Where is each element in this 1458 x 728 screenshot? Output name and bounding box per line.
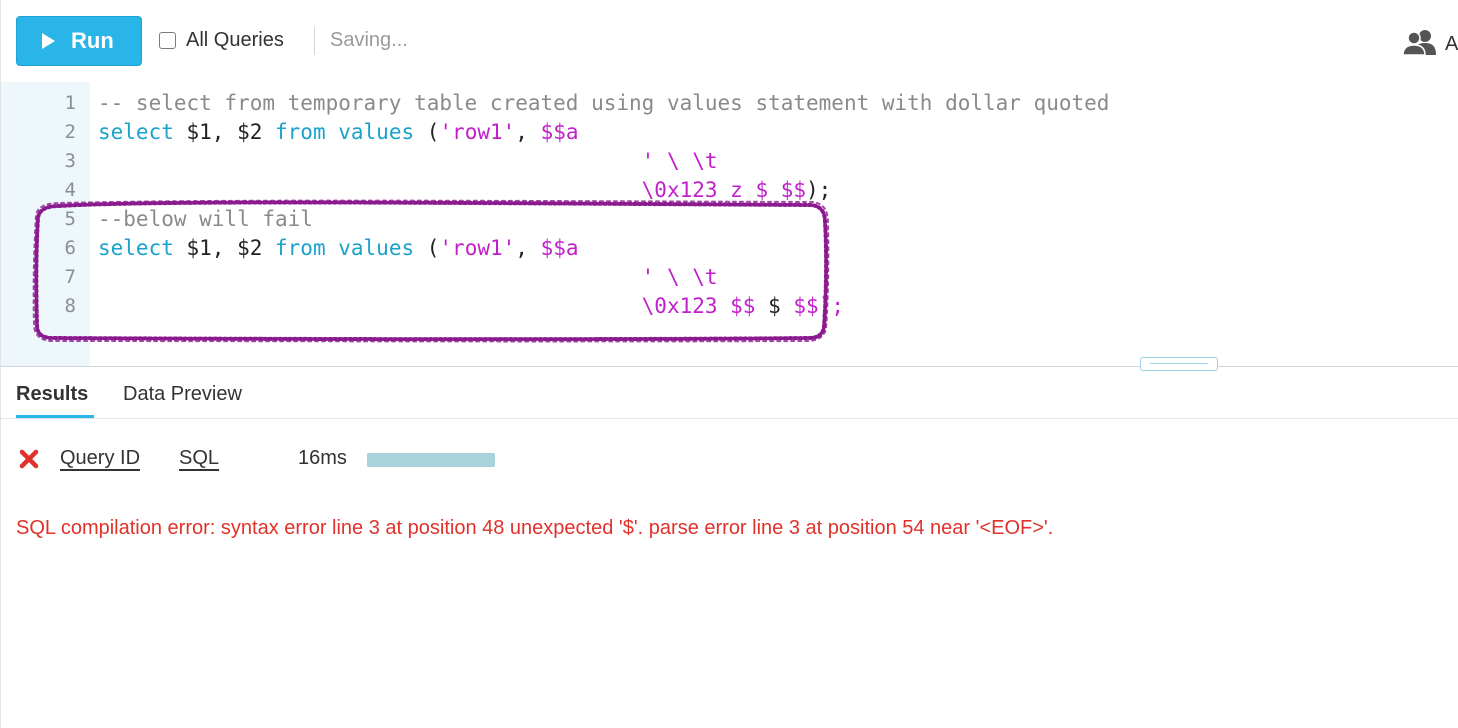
code-token: from	[275, 120, 326, 144]
tab-data-preview[interactable]: Data Preview	[123, 383, 242, 406]
duration-bar	[367, 453, 495, 467]
query-duration: 16ms	[298, 447, 347, 469]
line-number: 4	[64, 179, 76, 201]
line-number: 3	[64, 150, 76, 172]
code-token: select	[98, 236, 174, 260]
code-token: (	[414, 236, 440, 260]
code-text: \0x123 z $ $$);	[98, 176, 832, 205]
code-token: values	[338, 120, 415, 144]
error-x-icon	[18, 447, 40, 476]
code-line[interactable]: 4 \0x123 z $ $$);	[1, 176, 1458, 205]
code-token: -- select from temporary table created u…	[98, 91, 1110, 115]
user-initial: A	[1445, 33, 1458, 55]
code-token: values	[338, 236, 415, 260]
code-token: ' \ \t	[98, 265, 718, 289]
play-icon	[41, 33, 55, 49]
code-text: \0x123 $$ $ $$);	[98, 292, 844, 321]
code-token: from	[275, 236, 326, 260]
code-line[interactable]: 8 \0x123 $$ $ $$);	[1, 292, 1458, 321]
run-button[interactable]: Run	[16, 16, 142, 66]
code-token: 'row1'	[439, 236, 516, 260]
code-text: ' \ \t	[98, 147, 718, 176]
run-button-label: Run	[71, 28, 114, 53]
code-token: \0x123 $$	[98, 294, 756, 318]
code-token: $$a	[540, 236, 579, 260]
code-token: ,	[515, 120, 541, 144]
save-status: Saving...	[330, 29, 408, 51]
toolbar-divider	[314, 27, 315, 55]
all-queries-label: All Queries	[186, 29, 284, 51]
line-number: 5	[64, 208, 76, 230]
result-tabs: Results Data Preview	[1, 367, 1458, 419]
code-text: ' \ \t	[98, 263, 718, 292]
code-token: $1, $2	[173, 120, 276, 144]
query-id-link[interactable]: Query ID	[60, 447, 140, 470]
code-token: select	[98, 120, 174, 144]
code-text: -- select from temporary table created u…	[98, 89, 1109, 118]
code-token: 'row1'	[439, 120, 516, 144]
all-queries-checkbox[interactable]	[159, 32, 176, 49]
code-token: ' \ \t	[98, 149, 718, 173]
sql-link[interactable]: SQL	[179, 447, 219, 470]
line-number: 7	[64, 266, 76, 288]
error-message: SQL compilation error: syntax error line…	[16, 517, 1054, 539]
code-token: ,	[515, 236, 541, 260]
duration-bar-fill	[367, 453, 495, 467]
code-token: $$);	[793, 294, 844, 318]
users-menu[interactable]: A	[1402, 29, 1458, 60]
line-number: 6	[64, 237, 76, 259]
toolbar: Run All Queries Saving... A	[1, 0, 1458, 83]
active-tab-indicator	[16, 415, 94, 418]
sql-editor[interactable]: 1 -- select from temporary table created …	[1, 82, 1458, 367]
code-token: \0x123 z $ $$	[98, 178, 807, 202]
code-token: --below will fail	[98, 207, 313, 231]
code-token: $	[755, 294, 794, 318]
code-token: $$a	[540, 120, 579, 144]
code-text: --below will fail	[98, 205, 313, 234]
code-text: select $1, $2 from values ('row1', $$a	[98, 118, 579, 147]
code-line[interactable]: 3 ' \ \t	[1, 147, 1458, 176]
line-number: 8	[64, 295, 76, 317]
code-line[interactable]: 6 select $1, $2 from values ('row1', $$a	[1, 234, 1458, 263]
code-token: );	[806, 178, 832, 202]
tab-results[interactable]: Results	[16, 383, 88, 406]
code-line[interactable]: 1 -- select from temporary table created …	[1, 89, 1458, 118]
line-number: 1	[64, 92, 76, 114]
users-icon	[1402, 29, 1437, 60]
worksheet-app: Run All Queries Saving... A 1 -- select f…	[0, 0, 1458, 728]
code-line[interactable]: 7 ' \ \t	[1, 263, 1458, 292]
code-token: (	[414, 120, 440, 144]
code-text: select $1, $2 from values ('row1', $$a	[98, 234, 579, 263]
line-number: 2	[64, 121, 76, 143]
all-queries-toggle[interactable]: All Queries	[159, 29, 284, 52]
code-line[interactable]: 2 select $1, $2 from values ('row1', $$a	[1, 118, 1458, 147]
code-token: $1, $2	[173, 236, 276, 260]
code-line[interactable]: 5 --below will fail	[1, 205, 1458, 234]
